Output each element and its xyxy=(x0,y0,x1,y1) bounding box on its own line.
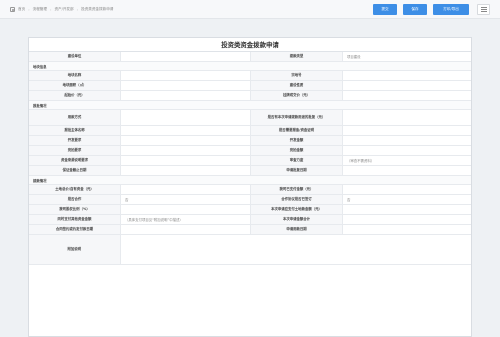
section-title: 报批情况 xyxy=(29,101,471,110)
form-row: 资金来源说明要求 审查力度 （审查不需资料） xyxy=(29,156,471,166)
field-value[interactable]: （具体支付项目见“附加说明”中描述） xyxy=(121,215,251,224)
form-body: 建设单位 拨款类型 项目建设 地块信息 地块名称 宗地号 地块面积（㎡） 建设性质 起始价（元）… xyxy=(29,52,471,265)
submit-button[interactable]: 提交 xyxy=(373,4,397,15)
breadcrumb: 首页 › 流程管理 › 资产/开发部 › 投资类资金拨款申请 xyxy=(10,7,113,12)
form-row: 我司股权比例（%） 本次申请应支付土地款金额（元） xyxy=(29,205,471,215)
field-value[interactable] xyxy=(121,81,251,90)
field-label: 本次申请应支付土地款金额（元） xyxy=(251,205,343,214)
form-row: 地块面积（㎡） 建设性质 xyxy=(29,81,471,91)
field-label: 申请用款日期 xyxy=(251,225,343,234)
section-title: 地块信息 xyxy=(29,62,471,71)
field-label: 拨款类型 xyxy=(251,52,343,61)
field-value[interactable] xyxy=(343,91,471,100)
form-row: 地块名称 宗地号 xyxy=(29,71,471,81)
form-row: 附加说明 xyxy=(29,235,471,265)
form-row: 竞拍要求 竞拍金额 xyxy=(29,146,471,156)
field-label: 是否有本次申请拨款用途的批复（元） xyxy=(251,110,343,125)
field-label: 地块名称 xyxy=(29,71,121,80)
field-label: 起始价（元） xyxy=(29,91,121,100)
field-value[interactable] xyxy=(343,225,471,234)
field-label: 合同签约或约定付款日期 xyxy=(29,225,121,234)
field-value[interactable] xyxy=(343,126,471,135)
field-label: 申请批复日期 xyxy=(251,166,343,175)
field-value[interactable] xyxy=(121,156,251,165)
menu-icon[interactable] xyxy=(477,4,490,15)
remarks-label: 附加说明 xyxy=(29,235,121,264)
field-value[interactable]: （审查不需资料） xyxy=(343,156,471,165)
toolbar-buttons: 提交 保存 打印/导出 xyxy=(373,4,469,15)
field-label: 审查力度 xyxy=(251,156,343,165)
field-label: 挂牌成交价（元） xyxy=(251,91,343,100)
field-value[interactable] xyxy=(121,185,251,194)
field-value[interactable]: 否 xyxy=(121,195,251,204)
field-value[interactable] xyxy=(121,52,251,61)
form-row: 建设单位 拨款类型 项目建设 xyxy=(29,52,471,62)
form-row: 合同签约或约定付款日期 申请用款日期 xyxy=(29,225,471,235)
field-label: 竞拍要求 xyxy=(29,146,121,155)
field-label: 是否需要报备/资金证明 xyxy=(251,126,343,135)
field-value[interactable] xyxy=(343,146,471,155)
breadcrumb-item[interactable]: 资产/开发部 xyxy=(54,7,73,12)
field-label: 竞拍金额 xyxy=(251,146,343,155)
breadcrumb-current: 投资类资金拨款申请 xyxy=(81,7,114,11)
field-value[interactable] xyxy=(121,166,251,175)
remarks-value[interactable] xyxy=(121,235,471,264)
form-row: 报批主体名称 是否需要报备/资金证明 xyxy=(29,126,471,136)
breadcrumb-item[interactable]: 首页 xyxy=(18,7,25,12)
form-row: 土地总价/自有资金（元） 我司已支付金额（元） xyxy=(29,185,471,195)
field-label: 保证金截止日期 xyxy=(29,166,121,175)
top-bar: 首页 › 流程管理 › 资产/开发部 › 投资类资金拨款申请 提交 保存 打印/… xyxy=(0,0,500,19)
field-value[interactable]: 否 xyxy=(343,195,471,204)
field-label: 地块面积（㎡） xyxy=(29,81,121,90)
field-value[interactable] xyxy=(343,71,471,80)
field-value[interactable] xyxy=(121,205,251,214)
field-value[interactable] xyxy=(343,136,471,145)
field-value[interactable] xyxy=(121,225,251,234)
field-value[interactable] xyxy=(121,71,251,80)
breadcrumb-item[interactable]: 流程管理 xyxy=(33,7,47,12)
field-label: 开发要求 xyxy=(29,136,121,145)
form-card: 投资类资金拨款申请 建设单位 拨款类型 项目建设 地块信息 地块名称 宗地号 地块面积（㎡）… xyxy=(28,37,472,337)
field-value[interactable] xyxy=(121,126,251,135)
form-title: 投资类资金拨款申请 xyxy=(29,38,471,52)
field-label: 建设单位 xyxy=(29,52,121,61)
field-value[interactable] xyxy=(343,205,471,214)
field-value[interactable] xyxy=(343,185,471,194)
field-value[interactable] xyxy=(343,215,471,224)
field-label: 是否合作 xyxy=(29,195,121,204)
field-label: 合作协议是否已签订 xyxy=(251,195,343,204)
field-label: 报批主体名称 xyxy=(29,126,121,135)
home-icon[interactable] xyxy=(10,7,15,12)
save-button[interactable]: 保存 xyxy=(403,4,427,15)
field-value[interactable] xyxy=(121,146,251,155)
field-value[interactable] xyxy=(121,91,251,100)
field-value[interactable] xyxy=(121,110,251,125)
field-value[interactable] xyxy=(343,166,471,175)
field-label: 我司已支付金额（元） xyxy=(251,185,343,194)
field-value[interactable] xyxy=(343,110,471,125)
field-label: 本次申请金额合计 xyxy=(251,215,343,224)
field-label: 同时支付其他资金金额 xyxy=(29,215,121,224)
section-title: 拨款情况 xyxy=(29,176,471,185)
field-label: 建设性质 xyxy=(251,81,343,90)
field-label: 我司股权比例（%） xyxy=(29,205,121,214)
field-value[interactable]: 项目建设 xyxy=(343,52,471,61)
form-row: 是否合作否合作协议是否已签订否 xyxy=(29,195,471,205)
field-label: 资金来源说明要求 xyxy=(29,156,121,165)
field-value[interactable] xyxy=(343,81,471,90)
field-label: 开发金额 xyxy=(251,136,343,145)
form-row: 保证金截止日期 申请批复日期 xyxy=(29,166,471,176)
form-row: 开发要求 开发金额 xyxy=(29,136,471,146)
field-label: 土地总价/自有资金（元） xyxy=(29,185,121,194)
field-label: 用款方式 xyxy=(29,110,121,125)
form-row: 用款方式 是否有本次申请拨款用途的批复（元） xyxy=(29,110,471,126)
form-row: 起始价（元） 挂牌成交价（元） xyxy=(29,91,471,101)
field-value[interactable] xyxy=(121,136,251,145)
form-row: 同时支付其他资金金额 （具体支付项目见“附加说明”中描述） 本次申请金额合计 xyxy=(29,215,471,225)
field-label: 宗地号 xyxy=(251,71,343,80)
print-button[interactable]: 打印/导出 xyxy=(433,4,469,15)
